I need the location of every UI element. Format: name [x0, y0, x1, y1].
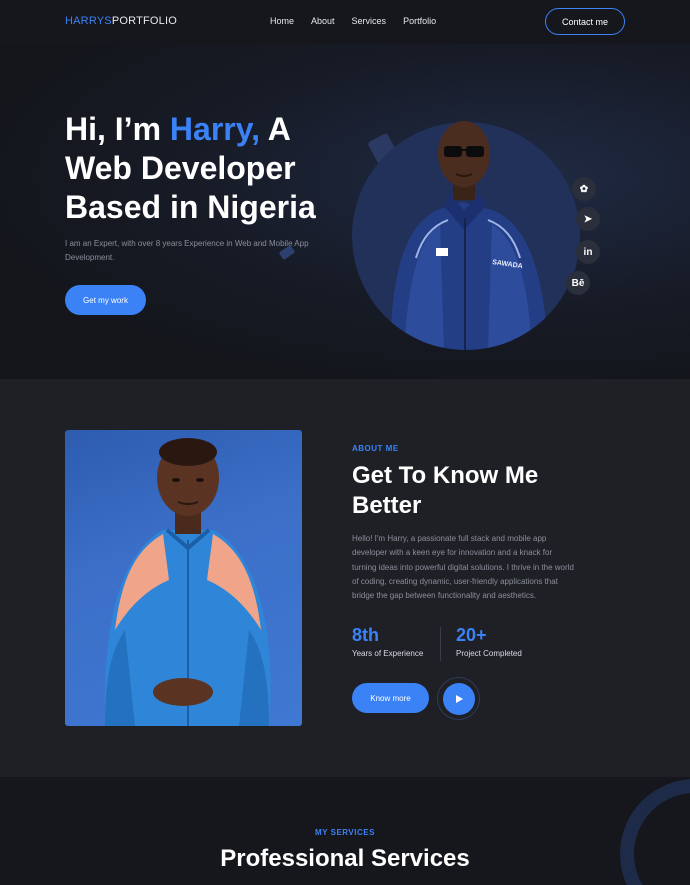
- logo-part-2: PORTFOLIO: [111, 15, 178, 27]
- about-portrait-illustration: [104, 438, 271, 726]
- hero-title-line-3: Based in Nigeria: [65, 189, 316, 225]
- stat-experience-value: 8th: [352, 625, 379, 645]
- top-navigation: HARRYSPORTFOLIO Home About Services Port…: [0, 0, 690, 44]
- hero-section: Hi, I’m Harry, A Web Developer Based in …: [0, 44, 690, 379]
- hero-title: Hi, I’m Harry, A Web Developer Based in …: [65, 110, 316, 227]
- stat-experience-label: Years of Experience: [352, 649, 424, 658]
- about-title: Get To Know Me Better: [352, 462, 539, 519]
- play-button-core[interactable]: [442, 682, 475, 715]
- stat-projects: 20+ Project Completed: [456, 625, 522, 658]
- about-description: Hello! I'm Harry, a passionate full stac…: [352, 534, 574, 601]
- behance-icon[interactable]: Bē: [566, 271, 590, 295]
- site-logo[interactable]: HARRYSPORTFOLIO: [65, 15, 177, 27]
- linkedin-icon[interactable]: in: [576, 240, 600, 264]
- logo-part-1: HARRYS: [65, 15, 112, 27]
- hero-title-prefix: Hi, I’m: [65, 111, 170, 147]
- stat-divider: [440, 627, 441, 661]
- about-section: ABOUT ME Get To Know Me Better Hello! I'…: [0, 379, 690, 777]
- contact-me-button[interactable]: Contact me: [545, 8, 625, 35]
- play-icon: [455, 694, 463, 703]
- play-video-button[interactable]: [437, 677, 480, 720]
- about-kicker: ABOUT ME: [352, 444, 399, 453]
- services-section: MY SERVICES Professional Services: [0, 777, 690, 885]
- get-my-work-button[interactable]: Get my work: [65, 285, 146, 315]
- know-more-button[interactable]: Know more: [352, 683, 429, 713]
- stat-projects-value: 20+: [456, 625, 487, 645]
- dribbble-icon[interactable]: ✿: [572, 177, 596, 201]
- hero-portrait: SAWADA: [390, 121, 548, 350]
- stat-experience: 8th Years of Experience: [352, 625, 423, 658]
- stat-projects-label: Project Completed: [456, 649, 522, 658]
- hero-title-suffix: A: [260, 111, 291, 147]
- nav-link-services[interactable]: Services: [352, 16, 387, 26]
- nav-link-home[interactable]: Home: [270, 16, 294, 26]
- about-portrait: [65, 430, 302, 726]
- hero-subtitle: I am an Expert, with over 8 years Experi…: [65, 239, 309, 262]
- nav-links: Home About Services Portfolio: [270, 16, 436, 26]
- nav-link-about[interactable]: About: [311, 16, 335, 26]
- telegram-icon[interactable]: ➤: [576, 207, 600, 231]
- services-kicker: MY SERVICES: [315, 828, 375, 837]
- services-title: Professional Services: [220, 845, 470, 872]
- hero-title-line-2: Web Developer: [65, 150, 296, 186]
- nav-link-portfolio[interactable]: Portfolio: [403, 16, 436, 26]
- hero-title-name: Harry,: [169, 111, 261, 147]
